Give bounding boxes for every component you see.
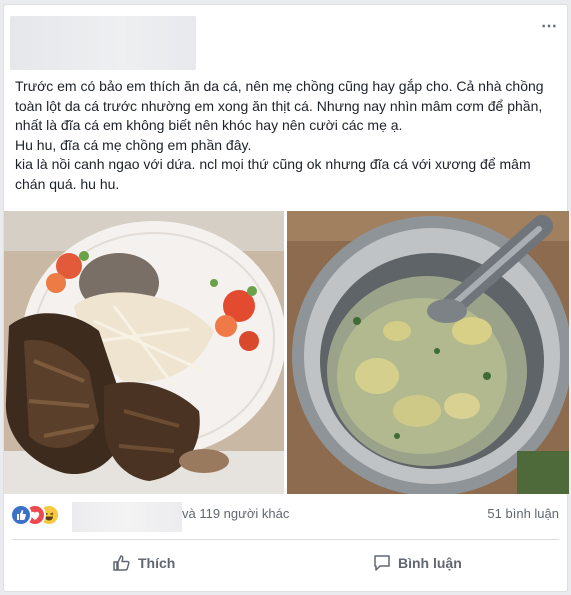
comment-button-label: Bình luận bbox=[398, 555, 462, 571]
post-paragraph-3: kia là nồi canh ngao với dứa. ncl mọi th… bbox=[15, 156, 531, 192]
divider bbox=[12, 539, 559, 540]
thumbs-up-icon bbox=[113, 555, 130, 571]
like-icon bbox=[10, 504, 32, 526]
post-card: ⋯ Trước em có bảo em thích ăn da cá, nên… bbox=[3, 4, 569, 592]
like-button-label: Thích bbox=[138, 555, 176, 571]
action-bar: Thích Bình luận bbox=[4, 543, 569, 587]
post-text: Trước em có bảo em thích ăn da cá, nên m… bbox=[15, 77, 563, 194]
clam-soup-photo[interactable] bbox=[287, 211, 569, 494]
post-paragraph-1: Trước em có bảo em thích ăn da cá, nên m… bbox=[15, 78, 544, 133]
post-paragraph-2: Hu hu, đĩa cá mẹ chồng em phần đây. bbox=[15, 136, 252, 153]
like-button[interactable]: Thích bbox=[112, 543, 175, 583]
more-options-icon[interactable]: ⋯ bbox=[541, 19, 558, 35]
comments-count[interactable]: 51 bình luận bbox=[487, 506, 559, 521]
comment-bubble-icon bbox=[374, 555, 390, 571]
reaction-summary[interactable]: và 119 người khác 51 bình luận bbox=[10, 502, 563, 532]
blurred-author-header bbox=[10, 16, 196, 70]
blurred-reactor-names bbox=[72, 502, 182, 532]
comment-button[interactable]: Bình luận bbox=[372, 543, 462, 583]
fish-plate-photo[interactable] bbox=[4, 211, 284, 494]
others-reacted-text[interactable]: và 119 người khác bbox=[182, 506, 289, 521]
